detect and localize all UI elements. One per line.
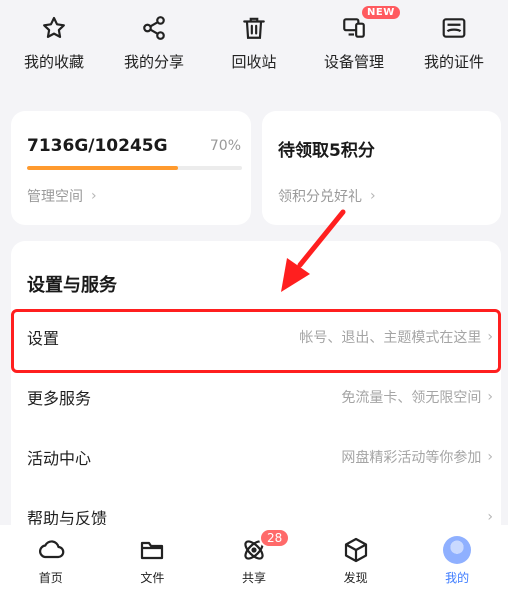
share-icon	[140, 14, 168, 42]
nav-label: 首页	[38, 571, 63, 585]
row-label: 更多服务	[27, 389, 92, 408]
quick-action-label: 我的收藏	[23, 53, 84, 71]
chevron-right-icon: ›	[487, 389, 493, 405]
shared-count-badge: 28	[258, 528, 291, 548]
nav-shared[interactable]: 28 共享	[209, 528, 299, 586]
storage-card[interactable]: 7136G/10245G 70% 管理空间 ›	[11, 111, 251, 225]
id-card-icon	[440, 14, 468, 42]
chevron-right-icon: ›	[487, 509, 493, 525]
quick-action-recycle-bin[interactable]: 回收站	[204, 14, 304, 72]
nav-discover[interactable]: 发现	[311, 535, 401, 586]
avatar-image	[443, 536, 472, 564]
storage-percent: 70%	[209, 138, 241, 154]
storage-progress-bar	[27, 166, 242, 170]
nav-mine[interactable]: 我的	[412, 535, 502, 586]
highlight-annotation-box	[11, 309, 501, 373]
activity-center-row[interactable]: 活动中心 网盘精彩活动等你参加 ›	[11, 429, 501, 485]
nav-label: 共享	[241, 571, 266, 585]
discover-box-icon	[341, 535, 371, 565]
quick-action-label: 我的分享	[123, 53, 184, 71]
nav-home[interactable]: 首页	[6, 535, 96, 586]
avatar	[442, 535, 472, 565]
manage-space-link[interactable]: 管理空间 ›	[27, 186, 97, 206]
star-icon	[40, 14, 68, 42]
quick-action-favorites[interactable]: 我的收藏	[4, 14, 104, 72]
nav-label: 文件	[140, 571, 165, 585]
section-title: 设置与服务	[27, 275, 117, 296]
storage-usage: 7136G/10245G	[27, 136, 168, 156]
storage-progress-fill	[27, 166, 178, 170]
nav-files[interactable]: 文件	[107, 535, 197, 586]
quick-action-shares[interactable]: 我的分享	[104, 14, 204, 72]
row-hint: 免流量卡、领无限空间	[341, 390, 482, 406]
row-hint-group: 网盘精彩活动等你参加 ›	[341, 447, 493, 467]
nav-label: 我的	[445, 571, 470, 585]
quick-actions: 我的收藏 我的分享 回收站 NEW 设备管理 我的证件	[0, 0, 508, 90]
quick-action-device-management[interactable]: NEW 设备管理	[304, 6, 404, 72]
quick-action-my-certificates[interactable]: 我的证件	[404, 14, 504, 72]
points-card[interactable]: 待领取5积分 领积分兑好礼 ›	[262, 111, 501, 225]
chevron-right-icon: ›	[91, 188, 97, 204]
row-label: 活动中心	[27, 449, 92, 468]
chevron-right-icon: ›	[370, 188, 376, 204]
trash-icon	[240, 14, 268, 42]
points-title: 待领取5积分	[278, 141, 375, 161]
quick-action-label: 我的证件	[423, 53, 484, 71]
quick-action-label: 回收站	[231, 53, 277, 71]
row-hint: 网盘精彩活动等你参加	[341, 450, 482, 466]
row-hint-group: ›	[481, 509, 493, 525]
services-section: 设置与服务 设置 帐号、退出、主题模式在这里 › 更多服务 免流量卡、领无限空间…	[11, 241, 501, 541]
device-icon	[340, 14, 368, 42]
redeem-points-link[interactable]: 领积分兑好礼 ›	[278, 186, 376, 206]
chevron-right-icon: ›	[487, 449, 493, 465]
home-cloud-icon	[36, 535, 66, 565]
folder-icon	[137, 535, 167, 565]
row-hint-group: 免流量卡、领无限空间 ›	[341, 387, 493, 407]
bottom-nav: 首页 文件 28 共享 发现 我的	[0, 525, 508, 600]
redeem-points-label: 领积分兑好礼	[278, 189, 362, 205]
nav-label: 发现	[343, 571, 368, 585]
quick-action-label: 设备管理	[323, 53, 384, 71]
manage-space-label: 管理空间	[27, 189, 83, 205]
new-badge: NEW	[362, 6, 400, 19]
more-services-row[interactable]: 更多服务 免流量卡、领无限空间 ›	[11, 369, 501, 425]
